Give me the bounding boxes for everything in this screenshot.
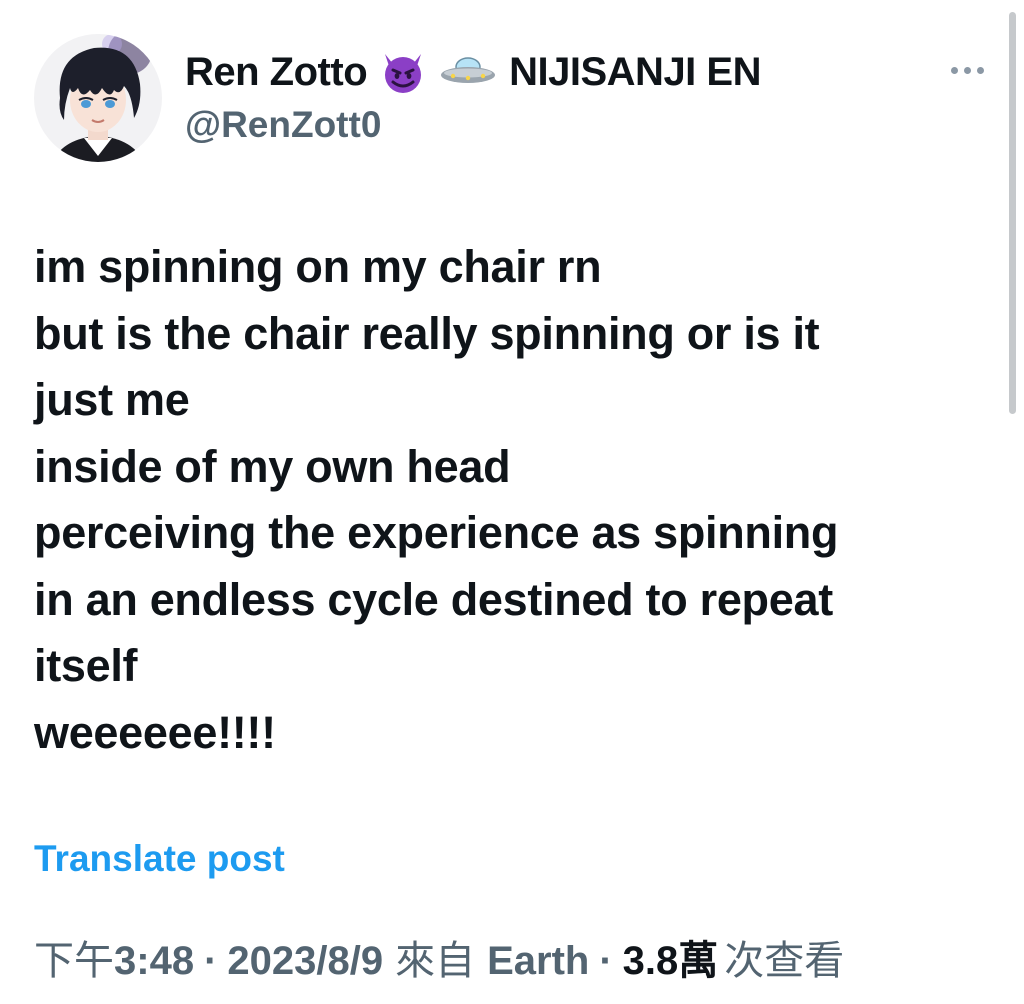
post-timestamp[interactable]: 下午3:48 [34, 928, 194, 986]
views-count[interactable]: 3.8萬 [623, 928, 719, 986]
display-name-text: Ren Zotto [185, 49, 368, 94]
post-line: inside of my own head [34, 440, 511, 492]
author-display-name[interactable]: Ren Zotto NIJISANJI EN [185, 46, 761, 98]
post-line: in an endless cycle destined to repeat [34, 573, 833, 625]
affiliation-text: NIJISANJI EN [509, 49, 761, 94]
avatar[interactable] [34, 34, 162, 162]
more-options-button[interactable] [944, 56, 990, 84]
meta-separator: · [204, 939, 218, 983]
post-line: just me [34, 374, 190, 425]
post-line: but is the chair really spinning or is i… [34, 307, 820, 359]
post-time: 3:48 [114, 939, 195, 983]
time-prefix: 下午 [34, 939, 114, 983]
smiling-devil-icon [379, 50, 427, 94]
more-dot-icon [976, 66, 984, 74]
post-line: perceiving the experience as spinning [34, 507, 839, 558]
post-source: Earth [487, 939, 590, 983]
author-handle[interactable]: @RenZott0 [185, 104, 381, 146]
post-line: weeeeee!!!! [34, 706, 276, 758]
views-label: 次查看 [724, 939, 845, 983]
post-line: im spinning on my chair rn [34, 241, 602, 292]
meta-separator: · [599, 939, 613, 983]
source-prefix: 來自 [395, 939, 476, 983]
post-date[interactable]: 2023/8/9 [227, 939, 383, 984]
post-text: im spinning on my chair rn but is the ch… [34, 234, 974, 766]
ufo-icon [439, 52, 497, 92]
more-dot-icon [950, 66, 958, 74]
post-metadata: 下午3:48 · 2023/8/9 來自 Earth · 3.8萬 次查看 [34, 928, 844, 986]
translate-post-link[interactable]: Translate post [34, 838, 285, 880]
more-dot-icon [963, 66, 971, 74]
post-line: itself [34, 640, 138, 691]
scrollbar[interactable] [1009, 12, 1016, 414]
